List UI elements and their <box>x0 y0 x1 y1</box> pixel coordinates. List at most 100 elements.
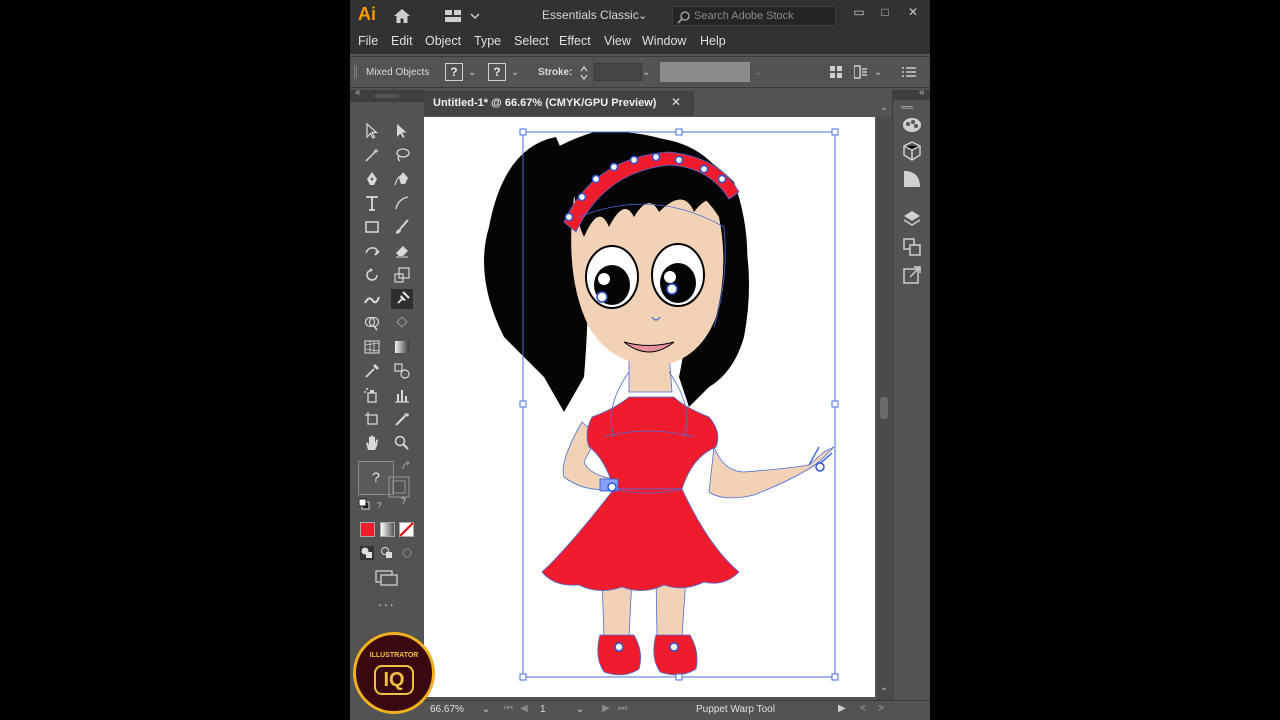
last-artboard-icon[interactable]: ⏭ <box>618 703 627 714</box>
rotate-tool-icon[interactable] <box>361 265 383 285</box>
stroke-swatch[interactable]: ? <box>488 63 506 81</box>
menu-view[interactable]: View <box>604 34 631 48</box>
chevron-down-icon[interactable]: ⌄ <box>874 67 882 78</box>
pen-tool-icon[interactable] <box>361 169 383 189</box>
menu-object[interactable]: Object <box>425 34 461 48</box>
chevron-down-icon[interactable]: ⌄ <box>638 9 647 22</box>
blend-tool-icon[interactable] <box>391 361 413 381</box>
chevron-down-icon[interactable]: ⌄ <box>482 704 490 715</box>
chevron-down-icon[interactable]: ⌄ <box>576 704 584 715</box>
zoom-tool-icon[interactable] <box>391 433 413 453</box>
chevron-down-icon[interactable]: ⌄ <box>511 67 519 78</box>
close-document-icon[interactable]: ✕ <box>671 95 681 109</box>
artboard-tool-icon[interactable] <box>361 409 383 429</box>
stock-search[interactable] <box>672 6 836 26</box>
home-icon[interactable] <box>393 8 411 24</box>
eyedropper-tool-icon[interactable] <box>361 361 383 381</box>
symbol-sprayer-tool-icon[interactable] <box>361 385 383 405</box>
selection-tool-icon[interactable] <box>361 121 383 141</box>
menu-select[interactable]: Select <box>514 34 549 48</box>
draw-inside-icon[interactable] <box>400 546 414 560</box>
maximize-button[interactable]: □ <box>874 4 896 20</box>
grip-icon[interactable] <box>354 65 358 79</box>
layers-icon[interactable] <box>901 208 923 230</box>
libraries-icon[interactable] <box>901 140 923 162</box>
chevron-down-icon[interactable]: ⌄ <box>642 67 650 78</box>
artboard-number[interactable]: 1 <box>540 704 546 715</box>
search-input[interactable] <box>694 9 832 23</box>
scroll-down-icon[interactable]: ⌄ <box>880 682 888 693</box>
expand-panels-icon[interactable]: « <box>919 87 925 98</box>
more-tools-icon[interactable]: ··· <box>378 596 395 612</box>
paintbrush-tool-icon[interactable] <box>391 217 413 237</box>
stroke-weight-field[interactable] <box>594 63 642 81</box>
panel-menu-icon[interactable] <box>902 67 916 77</box>
gradient-panel-icon[interactable] <box>901 168 923 190</box>
previous-artboard-icon[interactable]: ◀ <box>520 703 528 714</box>
menu-help[interactable]: Help <box>700 34 726 48</box>
transform-icon[interactable] <box>854 65 868 79</box>
menu-window[interactable]: Window <box>642 34 686 48</box>
draw-behind-icon[interactable] <box>380 546 394 560</box>
gradient-mode-button[interactable] <box>380 522 395 537</box>
first-artboard-icon[interactable]: ⏮ <box>504 703 513 714</box>
scroll-up-icon[interactable]: ⌃ <box>880 107 888 118</box>
lasso-tool-icon[interactable] <box>391 145 413 165</box>
color-guide-icon[interactable] <box>901 114 923 136</box>
workspace-switcher[interactable]: Essentials Classic <box>542 8 639 22</box>
artboards-panel-icon[interactable] <box>901 236 923 258</box>
vertical-scrollbar[interactable]: ⌃ ⌄ <box>877 107 891 700</box>
screen-mode-icon[interactable] <box>375 570 399 586</box>
close-button[interactable]: ✕ <box>902 4 924 20</box>
line-segment-tool-icon[interactable] <box>391 193 413 213</box>
hand-tool-icon[interactable] <box>361 433 383 453</box>
direct-selection-tool-icon[interactable] <box>391 121 413 141</box>
fill-swatch[interactable]: ? <box>445 63 463 81</box>
draw-normal-icon[interactable] <box>360 546 374 560</box>
zoom-level[interactable]: 66.67% <box>430 704 464 715</box>
dock-grip-icon[interactable]: ══ <box>901 102 913 112</box>
eraser-tool-icon[interactable] <box>391 241 413 261</box>
menu-edit[interactable]: Edit <box>391 34 413 48</box>
slice-tool-icon[interactable] <box>391 409 413 429</box>
menu-effect[interactable]: Effect <box>559 34 591 48</box>
align-icon[interactable] <box>830 66 842 78</box>
menu-type[interactable]: Type <box>474 34 501 48</box>
stroke-stepper-icon[interactable] <box>579 65 589 81</box>
curvature-tool-icon[interactable] <box>391 169 413 189</box>
shaper-tool-icon[interactable] <box>361 241 383 261</box>
scroll-right-icon[interactable]: > <box>878 703 884 714</box>
tools-panel-header[interactable]: « <box>350 87 424 102</box>
width-tool-icon[interactable] <box>361 289 383 309</box>
document-tab[interactable]: Untitled-1* @ 66.67% (CMYK/GPU Preview) … <box>424 91 694 116</box>
character-artwork[interactable] <box>424 117 875 697</box>
scroll-left-icon[interactable]: < <box>860 703 866 714</box>
scale-tool-icon[interactable] <box>391 265 413 285</box>
puppet-warp-tool-icon[interactable] <box>391 289 413 309</box>
swap-fill-stroke-icon[interactable] <box>401 461 413 471</box>
collapse-icon[interactable]: « <box>355 87 361 98</box>
dock-header[interactable]: « <box>893 87 930 100</box>
next-artboard-icon[interactable]: ▶ <box>602 703 610 714</box>
none-mode-icon[interactable] <box>399 522 414 537</box>
menu-file[interactable]: File <box>358 34 378 48</box>
shape-builder-tool-icon[interactable] <box>361 313 383 333</box>
gradient-tool-icon[interactable] <box>391 337 413 357</box>
column-graph-tool-icon[interactable] <box>391 385 413 405</box>
live-paint-bucket-icon[interactable] <box>391 313 413 333</box>
rectangle-tool-icon[interactable] <box>361 217 383 237</box>
perspective-grid-tool-icon[interactable] <box>361 337 383 357</box>
magic-wand-tool-icon[interactable] <box>361 145 383 165</box>
chevron-down-icon[interactable]: ⌄ <box>754 67 762 78</box>
stroke-color-box[interactable]: ? <box>388 476 410 508</box>
asset-export-icon[interactable] <box>901 264 923 286</box>
graphic-style-swatch[interactable] <box>660 62 750 82</box>
scroll-thumb[interactable] <box>880 397 888 419</box>
status-menu-icon[interactable]: ▶ <box>838 703 846 714</box>
chevron-down-icon[interactable]: ⌄ <box>468 67 476 78</box>
artboard[interactable] <box>424 117 875 697</box>
type-tool-icon[interactable] <box>361 193 383 213</box>
default-colors-icon[interactable] <box>358 498 370 510</box>
color-mode-button[interactable] <box>360 522 375 537</box>
minimize-button[interactable]: ▭ <box>848 4 870 20</box>
